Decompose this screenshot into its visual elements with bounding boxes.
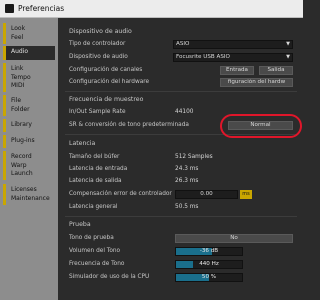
tone-frequency-slider[interactable]: 440 Hz	[175, 260, 243, 269]
tab-file-folder[interactable]: File Folder	[3, 95, 55, 116]
title-bar: Preferencias	[0, 0, 303, 18]
test-tone-toggle[interactable]: No	[175, 234, 293, 243]
chevron-down-icon: ▼	[286, 41, 290, 47]
section-latency: Latencia	[69, 140, 96, 147]
audio-preferences-panel: Dispositivo de audio Tipo de controlador…	[58, 18, 303, 300]
hardware-config-label: Configuración del hardware	[69, 79, 150, 85]
tone-volume-value: -36 dB	[199, 248, 219, 254]
cpu-simulator-slider[interactable]: 50 %	[175, 273, 243, 282]
hardware-config-button[interactable]: figuración del hardw	[220, 78, 293, 87]
divider	[65, 91, 297, 92]
overall-latency-label: Latencia general	[69, 204, 118, 210]
output-latency-value: 26.3 ms	[175, 178, 199, 184]
divider	[65, 216, 297, 217]
tab-label: Licenses	[11, 186, 37, 193]
tab-look-feel[interactable]: Look Feel	[3, 23, 55, 44]
tab-audio[interactable]: Audio	[3, 46, 55, 60]
buffer-size-label: Tamaño del búfer	[69, 154, 120, 160]
tab-label: Look	[11, 25, 26, 32]
tab-library[interactable]: Library	[3, 119, 55, 132]
input-latency-value: 24.3 ms	[175, 166, 199, 172]
tab-label: Library	[11, 121, 32, 128]
driver-error-compensation-label: Compensación error de controlador	[69, 191, 172, 197]
tab-label: MIDI	[11, 82, 25, 89]
tab-label: Tempo	[11, 73, 31, 81]
tone-frequency-value: 440 Hz	[199, 261, 219, 267]
cpu-simulator-value: 50 %	[201, 274, 217, 280]
driver-type-dropdown[interactable]: ASIO ▼	[173, 40, 293, 49]
audio-device-label: Dispositivo de audio	[69, 54, 128, 60]
preferences-sidebar: Look Feel Audio Link Tempo MIDI File Fol…	[0, 18, 58, 300]
audio-device-dropdown[interactable]: Focusrite USB ASIO ▼	[173, 53, 293, 62]
tab-label: Folder	[11, 105, 30, 113]
overall-latency-value: 50.5 ms	[175, 204, 199, 210]
io-sample-rate-value[interactable]: 44100	[175, 109, 193, 115]
tab-record-warp-launch[interactable]: Record Warp Launch	[3, 151, 55, 180]
section-sample-rate: Frecuencia de muestreo	[69, 96, 144, 103]
highlight-circle	[220, 114, 302, 138]
tab-label: Record	[11, 153, 32, 160]
input-config-button[interactable]: Entrada	[220, 66, 254, 75]
tab-licenses-maintenance[interactable]: Licenses Maintenance	[3, 184, 55, 205]
output-config-button[interactable]: Salida	[259, 66, 293, 75]
channel-config-label: Configuración de canales	[69, 67, 143, 73]
tab-link-tempo-midi[interactable]: Link Tempo MIDI	[3, 63, 55, 92]
section-audio-device: Dispositivo de audio	[69, 28, 132, 35]
app-icon	[5, 4, 14, 13]
cpu-simulator-label: Simulador de uso de la CPU	[69, 274, 150, 280]
tab-label: Plug-ins	[11, 137, 35, 144]
driver-type-label: Tipo de controlador	[69, 41, 126, 47]
tab-label: Link	[11, 65, 24, 72]
io-sample-rate-label: In/Out Sample Rate	[69, 109, 126, 115]
audio-device-value: Focusrite USB ASIO	[176, 54, 230, 60]
section-test: Prueba	[69, 221, 91, 228]
sr-conversion-label: SR & conversión de tono predeterminada	[69, 122, 189, 128]
driver-error-compensation-input[interactable]: 0.00	[175, 190, 238, 199]
ms-unit-badge: ms	[240, 190, 252, 199]
window-title: Preferencias	[18, 4, 65, 13]
tab-label: Maintenance	[11, 194, 50, 202]
tone-volume-slider[interactable]: -36 dB	[175, 247, 243, 256]
chevron-down-icon: ▼	[286, 54, 290, 60]
tone-frequency-label: Frecuencia de Tono	[69, 261, 125, 267]
tone-volume-label: Volumen del Tono	[69, 248, 121, 254]
tab-label: Warp	[11, 161, 27, 169]
output-latency-label: Latencia de salida	[69, 178, 122, 184]
tab-label: Audio	[11, 48, 29, 55]
buffer-size-value[interactable]: 512 Samples	[175, 154, 213, 160]
tab-label: Launch	[11, 170, 33, 177]
tab-label: File	[11, 97, 22, 104]
driver-type-value: ASIO	[176, 41, 190, 47]
tab-plug-ins[interactable]: Plug-ins	[3, 135, 55, 148]
input-latency-label: Latencia de entrada	[69, 166, 128, 172]
test-tone-label: Tono de prueba	[69, 235, 114, 241]
tab-label: Feel	[11, 33, 24, 41]
